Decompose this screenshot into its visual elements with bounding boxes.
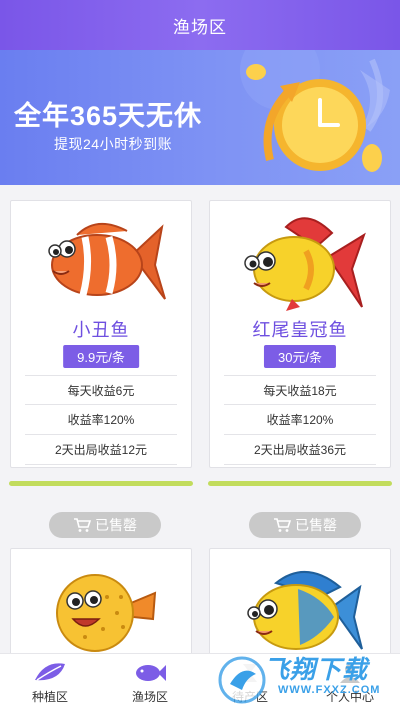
cart-icon (274, 518, 291, 532)
daily-income: 每天收益18元 (224, 375, 376, 405)
yield-rate: 收益率120% (224, 405, 376, 435)
sold-out-label: 已售罄 (295, 517, 337, 533)
tab-label: 渔场区 (131, 690, 168, 704)
exit-income: 2天出局收益12元 (25, 435, 177, 465)
price-badge: 9.9元/条 (63, 345, 139, 368)
leaf-icon (35, 663, 65, 681)
red-tail-crown-fish-icon (210, 207, 392, 315)
tab-fishery[interactable]: 渔场区 (100, 654, 200, 714)
product-details: 每天收益18元 收益率120% 2天出局收益36元 (224, 375, 376, 465)
tab-planting[interactable]: 种植区 (0, 654, 100, 714)
cart-icon (74, 518, 91, 532)
clownfish-icon (11, 207, 193, 315)
price-badge: 30元/条 (263, 345, 337, 368)
product-details: 每天收益6元 收益率120% 2天出局收益12元 (25, 375, 177, 465)
sold-out-button[interactable]: 已售罄 (49, 512, 161, 538)
sale-progress-bar (9, 481, 193, 486)
daily-income: 每天收益6元 (25, 375, 177, 405)
site-watermark: 飞翔下载 WWW.FXXZ.COM (214, 646, 400, 714)
product-card-clownfish[interactable]: 小丑鱼 9.9元/条 每天收益6元 收益率120% 2天出局收益12元 (10, 200, 192, 468)
yield-rate: 收益率120% (25, 405, 177, 435)
promo-banner[interactable]: 全年365天无休 提现24小时秒到账 (0, 50, 400, 185)
product-card-red-tail-crown-fish[interactable]: 红尾皇冠鱼 30元/条 每天收益18元 收益率120% 2天出局收益36元 (209, 200, 391, 468)
product-card-pufferfish[interactable] (10, 548, 192, 668)
sold-out-label: 已售罄 (95, 517, 137, 533)
watermark-url: WWW.FXXZ.COM (278, 684, 381, 696)
sale-progress-bar (208, 481, 392, 486)
app-header: 渔场区 (0, 0, 400, 50)
banner-headline: 全年365天无休 (14, 101, 203, 131)
sold-out-button[interactable]: 已售罄 (249, 512, 361, 538)
exit-income: 2天出局收益36元 (224, 435, 376, 465)
tab-label: 种植区 (31, 690, 68, 704)
fish-icon (136, 665, 166, 681)
watermark-text: 飞翔下载 (264, 656, 369, 684)
banner-subline: 提现24小时秒到账 (54, 136, 173, 152)
product-name: 小丑鱼 (72, 320, 130, 340)
pufferfish-icon (11, 557, 191, 665)
watermark-logo-icon (218, 656, 266, 704)
page-title: 渔场区 (173, 17, 227, 37)
product-name: 红尾皇冠鱼 (252, 320, 348, 340)
